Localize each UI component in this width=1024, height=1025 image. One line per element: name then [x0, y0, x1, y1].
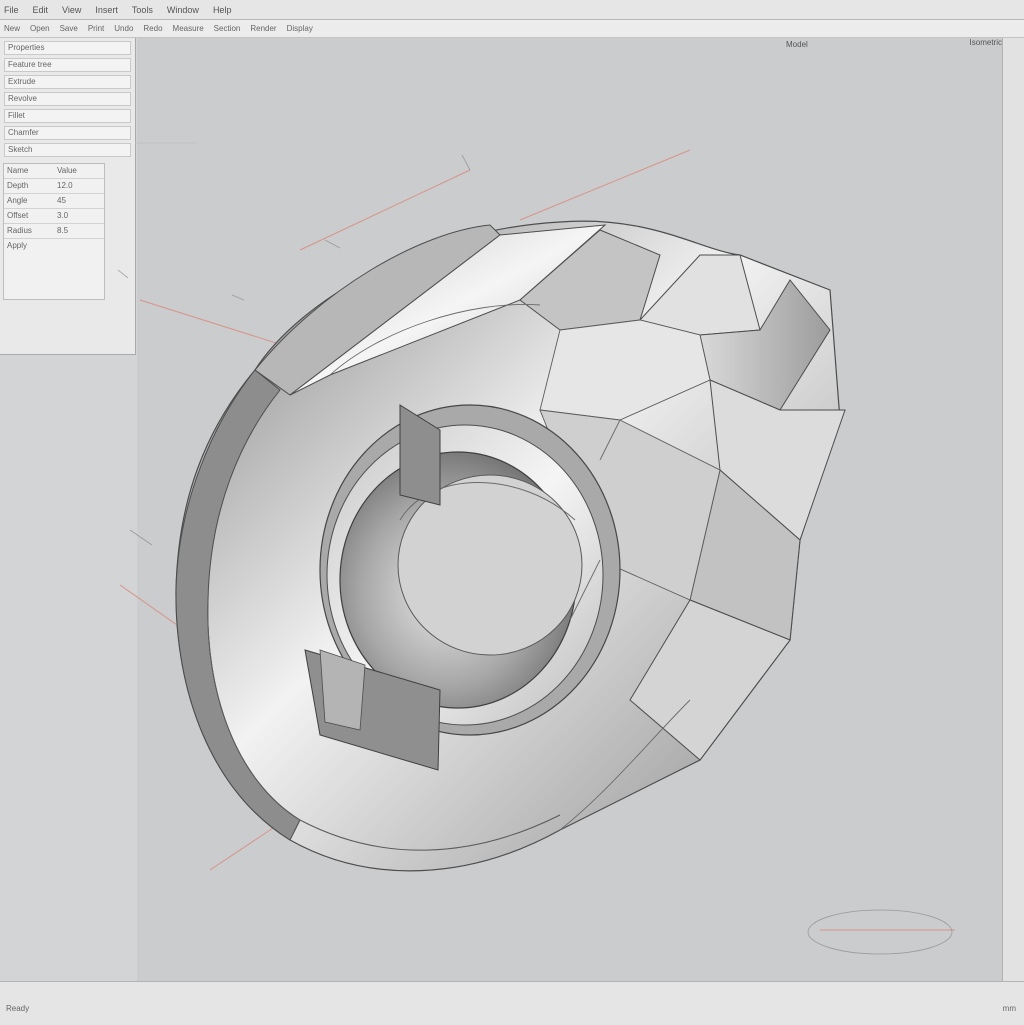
status-text: Ready: [6, 1004, 30, 1013]
cad-window: File Edit View Insert Tools Window Help …: [0, 0, 1024, 1025]
units-indicator[interactable]: mm: [1003, 1004, 1016, 1013]
status-bar: Ready mm: [0, 981, 1024, 1025]
part-model[interactable]: [0, 0, 1024, 1024]
